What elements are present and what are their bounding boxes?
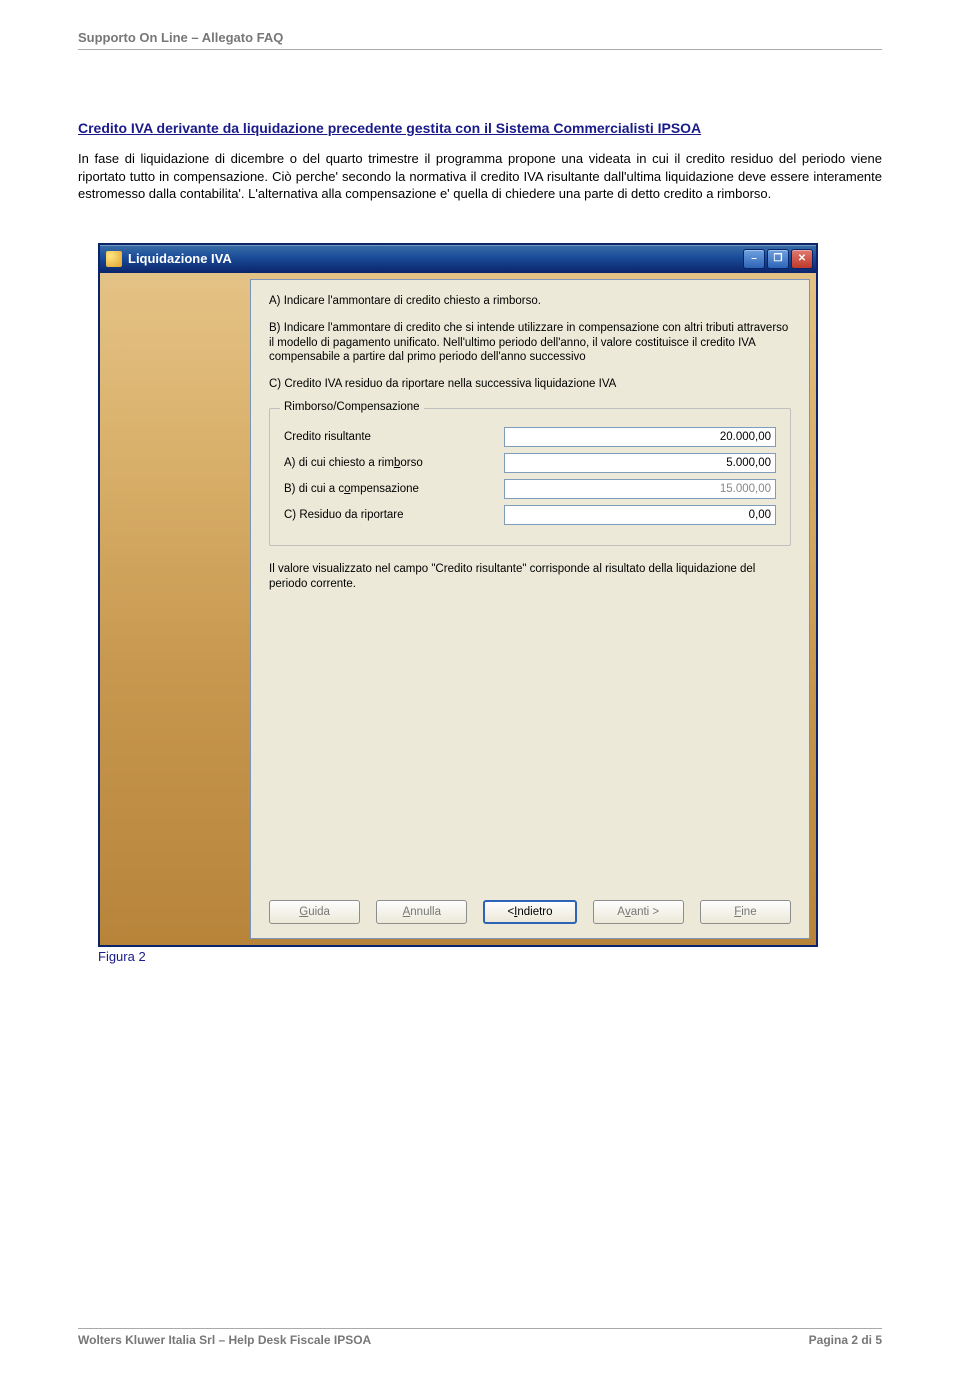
doc-footer: Wolters Kluwer Italia Srl – Help Desk Fi…	[78, 1328, 882, 1347]
app-icon	[106, 251, 122, 267]
label-residuo: C) Residuo da riportare	[284, 509, 504, 521]
app-window: Liquidazione IVA – ❐ ✕ A) Indicare l'amm…	[98, 243, 818, 947]
body-text: In fase di liquidazione di dicembre o de…	[78, 150, 882, 203]
input-credito-risultante[interactable]	[504, 427, 776, 447]
titlebar: Liquidazione IVA – ❐ ✕	[100, 245, 816, 273]
maximize-button[interactable]: ❐	[767, 249, 789, 269]
window-title: Liquidazione IVA	[128, 251, 232, 266]
doc-header: Supporto On Line – Allegato FAQ	[78, 30, 882, 50]
close-button[interactable]: ✕	[791, 249, 813, 269]
input-compensazione[interactable]	[504, 479, 776, 499]
button-row: Guida Annulla < Indietro Avanti > Fine	[269, 860, 791, 924]
fine-button[interactable]: Fine	[700, 900, 791, 924]
footer-right: Pagina 2 di 5	[809, 1333, 882, 1347]
fieldset-legend: Rimborso/Compensazione	[280, 401, 424, 413]
guida-button[interactable]: Guida	[269, 900, 360, 924]
label-credito-risultante: Credito risultante	[284, 431, 504, 443]
label-compensazione: B) di cui a compensazione	[284, 483, 504, 495]
avanti-button[interactable]: Avanti >	[593, 900, 684, 924]
instruction-b: B) Indicare l'ammontare di credito che s…	[269, 321, 791, 366]
label-rimborso: A) di cui chiesto a rimborso	[284, 457, 504, 469]
section-title: Credito IVA derivante da liquidazione pr…	[78, 120, 882, 136]
instruction-a: A) Indicare l'ammontare di credito chies…	[269, 294, 791, 309]
indietro-button[interactable]: < Indietro	[483, 900, 576, 924]
minimize-button[interactable]: –	[743, 249, 765, 269]
window-body: A) Indicare l'ammontare di credito chies…	[250, 279, 810, 939]
input-residuo[interactable]	[504, 505, 776, 525]
rimborso-compensazione-group: Rimborso/Compensazione Credito risultant…	[269, 408, 791, 546]
instruction-c: C) Credito IVA residuo da riportare nell…	[269, 377, 791, 392]
note-text: Il valore visualizzato nel campo "Credit…	[269, 562, 791, 592]
figure-caption: Figura 2	[98, 949, 882, 964]
app-screenshot: Liquidazione IVA – ❐ ✕ A) Indicare l'amm…	[98, 243, 818, 947]
input-rimborso[interactable]	[504, 453, 776, 473]
footer-left: Wolters Kluwer Italia Srl – Help Desk Fi…	[78, 1333, 371, 1347]
annulla-button[interactable]: Annulla	[376, 900, 467, 924]
